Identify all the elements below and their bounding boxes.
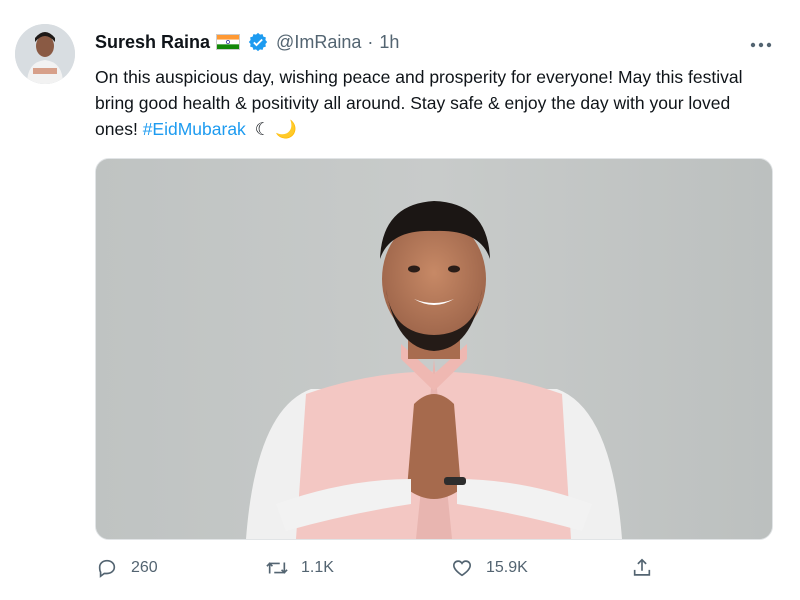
author-name[interactable]: Suresh Raina <box>95 32 210 53</box>
tweet-image[interactable] <box>95 158 773 540</box>
retweet-icon[interactable] <box>265 556 289 580</box>
share-icon[interactable] <box>630 556 654 580</box>
share-action[interactable] <box>630 556 654 580</box>
reply-icon[interactable] <box>95 556 119 580</box>
verified-badge-icon <box>246 30 270 54</box>
reply-count: 260 <box>131 559 158 576</box>
retweet-action[interactable]: 1.1K <box>265 556 450 580</box>
like-count: 15.9K <box>486 559 528 576</box>
reply-action[interactable]: 260 <box>95 556 265 580</box>
moon-emoji: ☾ 🌙 <box>254 119 298 139</box>
retweet-count: 1.1K <box>301 559 334 576</box>
hashtag-link[interactable]: #EidMubarak <box>143 119 246 139</box>
tweet-header: Suresh Raina @ImRaina · 1h <box>95 29 399 55</box>
indian-flag-icon <box>216 34 241 50</box>
like-icon[interactable] <box>450 556 474 580</box>
author-handle[interactable]: @ImRaina <box>276 32 361 53</box>
avatar[interactable] <box>15 24 75 84</box>
tweet-time[interactable]: 1h <box>379 32 399 53</box>
tweet-actions: 260 1.1K 15.9K <box>95 553 675 583</box>
like-action[interactable]: 15.9K <box>450 556 630 580</box>
more-icon[interactable] <box>750 28 772 54</box>
header-separator: · <box>367 31 374 52</box>
tweet-text: On this auspicious day, wishing peace an… <box>95 64 775 142</box>
